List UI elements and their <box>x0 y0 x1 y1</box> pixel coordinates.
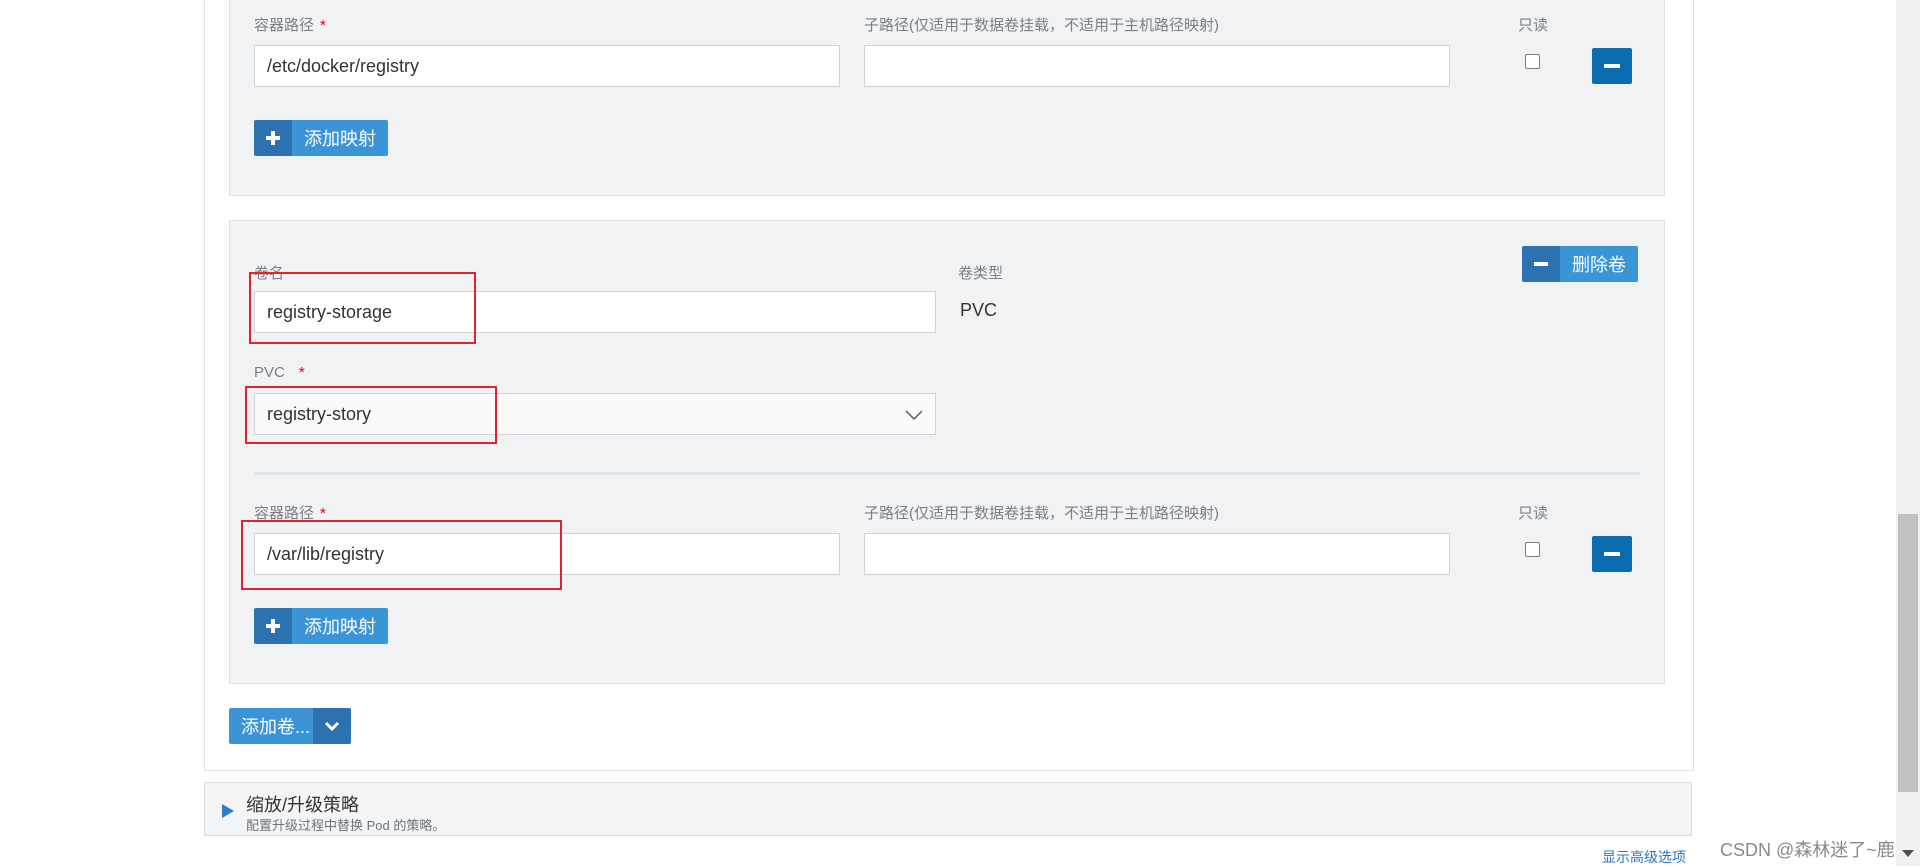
delete-volume-button[interactable]: 删除卷 <box>1522 246 1638 282</box>
add-mapping-label: 添加映射 <box>292 120 388 156</box>
container-path-input[interactable]: /etc/docker/registry <box>254 45 840 87</box>
plus-icon <box>254 120 292 156</box>
chevron-down-icon <box>905 410 923 420</box>
add-mapping-button[interactable]: 添加映射 <box>254 608 388 644</box>
highlight-pvc <box>245 386 497 444</box>
volume-type-label: 卷类型 <box>958 265 1004 282</box>
readonly-checkbox[interactable] <box>1525 54 1540 69</box>
subpath-input[interactable] <box>864 45 1450 87</box>
subpath-label: 子路径(仅适用于数据卷挂载，不适用于主机路径映射) <box>864 505 1219 522</box>
divider <box>254 472 1640 475</box>
remove-mapping-button[interactable] <box>1592 48 1632 84</box>
watermark: CSDN @森林迷了~鹿 <box>1720 840 1895 860</box>
scroll-down-arrow-icon[interactable] <box>1902 850 1914 857</box>
scaling-title: 缩放/升级策略 <box>246 795 360 815</box>
subpath-label: 子路径(仅适用于数据卷挂载，不适用于主机路径映射) <box>864 17 1219 34</box>
expand-triangle-icon <box>222 804 234 818</box>
scrollbar-thumb[interactable] <box>1898 514 1918 792</box>
add-volume-label: 添加卷... <box>229 708 314 744</box>
container-path-label: 容器路径 * <box>254 17 326 34</box>
highlight-volume-name <box>249 272 476 344</box>
highlight-container-path <box>241 520 562 590</box>
scaling-section[interactable]: 缩放/升级策略 配置升级过程中替换 Pod 的策略。 <box>204 782 1692 836</box>
readonly-label: 只读 <box>1518 17 1549 34</box>
chevron-down-icon <box>313 708 352 744</box>
plus-icon <box>254 608 292 644</box>
show-advanced-options-link[interactable]: 显示高级选项 <box>1602 847 1686 867</box>
delete-volume-label: 删除卷 <box>1560 246 1638 282</box>
add-mapping-label: 添加映射 <box>292 608 388 644</box>
readonly-label: 只读 <box>1518 505 1549 522</box>
minus-icon <box>1522 246 1560 282</box>
readonly-checkbox[interactable] <box>1525 542 1540 557</box>
scaling-description: 配置升级过程中替换 Pod 的策略。 <box>246 818 446 833</box>
volume-type-value: PVC <box>960 300 998 320</box>
add-volume-button[interactable]: 添加卷... <box>229 708 352 744</box>
remove-mapping-button[interactable] <box>1592 536 1632 572</box>
pvc-label: PVC * <box>254 364 305 381</box>
add-mapping-button[interactable]: 添加映射 <box>254 120 388 156</box>
subpath-input[interactable] <box>864 533 1450 575</box>
